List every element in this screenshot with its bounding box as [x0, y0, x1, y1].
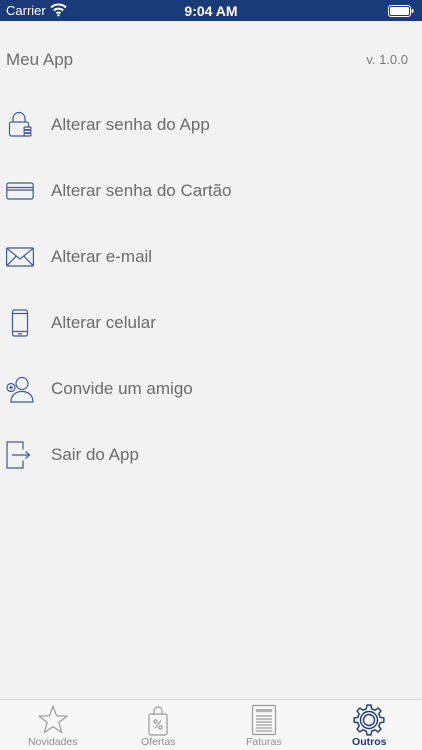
menu-item-label: Alterar senha do App [51, 115, 210, 134]
gear-icon [353, 704, 385, 736]
credit-card-icon [6, 182, 34, 200]
status-bar: Carrier 9:04 AM [0, 0, 422, 21]
tab-novidades[interactable]: Novidades [0, 700, 106, 750]
header: Meu App v. 1.0.0 [0, 21, 422, 93]
menu-item-invite-friend[interactable]: Convide um amigo [0, 357, 422, 423]
menu-item-change-app-password[interactable]: Alterar senha do App [0, 93, 422, 159]
status-time: 9:04 AM [184, 3, 238, 19]
battery-icon [388, 5, 414, 17]
add-user-icon [6, 376, 34, 403]
tab-label: Ofertas [141, 736, 176, 748]
envelope-icon [6, 247, 34, 267]
star-icon [38, 705, 68, 734]
settings-menu: Alterar senha do App Alterar senha do Ca… [0, 93, 422, 489]
tab-label: Outros [352, 736, 387, 748]
tab-ofertas[interactable]: Ofertas [106, 700, 212, 750]
app-version: v. 1.0.0 [366, 52, 408, 67]
menu-item-label: Alterar e-mail [51, 247, 153, 266]
menu-item-logout[interactable]: Sair do App [0, 423, 422, 489]
shopping-bag-percent-icon [148, 706, 168, 736]
menu-item-change-card-password[interactable]: Alterar senha do Cartão [0, 159, 422, 225]
menu-item-label: Alterar senha do Cartão [51, 181, 232, 200]
menu-item-label: Convide um amigo [51, 379, 193, 398]
logout-icon [6, 441, 31, 469]
page-title: Meu App [6, 50, 74, 69]
menu-item-label: Alterar celular [51, 313, 156, 332]
tab-label: Novidades [27, 736, 78, 748]
tab-outros[interactable]: Outros [317, 700, 422, 750]
tab-bar: Novidades Ofertas Faturas Outros [0, 699, 422, 750]
invoice-icon [251, 704, 276, 736]
smartphone-icon [11, 309, 29, 337]
tab-faturas[interactable]: Faturas [211, 700, 317, 750]
tab-label: Faturas [245, 736, 282, 748]
menu-item-label: Sair do App [51, 445, 139, 464]
menu-item-change-email[interactable]: Alterar e-mail [0, 225, 422, 291]
lock-icon [8, 111, 32, 137]
menu-item-change-phone[interactable]: Alterar celular [0, 291, 422, 357]
